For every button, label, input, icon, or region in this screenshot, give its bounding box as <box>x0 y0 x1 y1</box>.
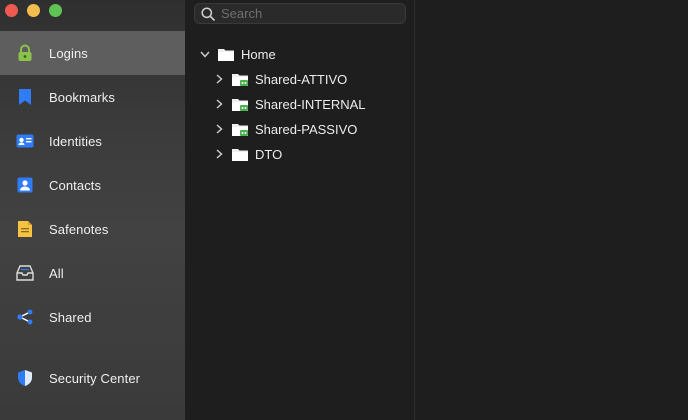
sidebar-item-contacts[interactable]: Contacts <box>0 163 185 207</box>
sidebar-item-logins[interactable]: Logins <box>0 31 185 75</box>
chevron-right-icon[interactable] <box>213 73 225 85</box>
share-icon <box>15 307 35 327</box>
tree-item-shared-internal[interactable]: Shared-INTERNAL <box>213 93 366 115</box>
shared-folder-icon <box>231 97 249 112</box>
sidebar-item-label: Identities <box>49 133 103 149</box>
search-field[interactable] <box>194 3 406 24</box>
sidebar-item-label: All <box>49 265 64 281</box>
shared-folder-icon <box>231 122 249 137</box>
tree-item-label: Shared-PASSIVO <box>255 121 358 137</box>
sidebar-item-safenotes[interactable]: Safenotes <box>0 207 185 251</box>
tree-item-shared-attivo[interactable]: Shared-ATTIVO <box>213 68 347 90</box>
tree-item-label: DTO <box>255 146 283 162</box>
sidebar-item-label: Security Center <box>49 370 141 386</box>
search-input[interactable] <box>221 6 391 21</box>
folder-icon <box>231 147 249 162</box>
id-card-icon <box>15 131 35 151</box>
tree-item-home[interactable]: Home <box>199 43 276 65</box>
minimize-window-button[interactable] <box>27 4 40 17</box>
close-window-button[interactable] <box>5 4 18 17</box>
detail-pane <box>416 0 688 420</box>
chevron-down-icon[interactable] <box>199 48 211 60</box>
folder-icon <box>217 47 235 62</box>
shield-icon <box>15 368 35 388</box>
sidebar-item-label: Shared <box>49 309 92 325</box>
sidebar: Logins Bookmarks Identities Contacts Saf… <box>0 0 185 420</box>
sidebar-item-label: Contacts <box>49 177 102 193</box>
tree-item-shared-passivo[interactable]: Shared-PASSIVO <box>213 118 357 140</box>
shared-folder-icon <box>231 72 249 87</box>
sidebar-item-shared[interactable]: Shared <box>0 295 185 339</box>
sidebar-item-identities[interactable]: Identities <box>0 119 185 163</box>
note-icon <box>15 219 35 239</box>
sidebar-item-security-center[interactable]: Security Center <box>0 356 185 400</box>
chevron-right-icon[interactable] <box>213 123 225 135</box>
bookmark-icon <box>15 87 35 107</box>
search-icon <box>201 6 215 21</box>
sidebar-item-bookmarks[interactable]: Bookmarks <box>0 75 185 119</box>
sidebar-item-label: Safenotes <box>49 221 109 237</box>
lock-icon <box>15 43 35 63</box>
window-controls <box>5 4 62 17</box>
tree-item-label: Home <box>241 46 276 62</box>
tree-item-label: Shared-INTERNAL <box>255 96 366 112</box>
sidebar-item-label: Bookmarks <box>49 89 115 105</box>
zoom-window-button[interactable] <box>49 4 62 17</box>
chevron-right-icon[interactable] <box>213 148 225 160</box>
tree-item-label: Shared-ATTIVO <box>255 71 348 87</box>
chevron-right-icon[interactable] <box>213 98 225 110</box>
contact-card-icon <box>15 175 35 195</box>
sidebar-item-label: Logins <box>49 45 88 61</box>
tree-item-dto[interactable]: DTO <box>213 143 282 165</box>
inbox-tray-icon <box>15 263 35 283</box>
folder-pane: Home Shared-ATTIVO <box>185 0 415 420</box>
sidebar-item-all[interactable]: All <box>0 251 185 295</box>
